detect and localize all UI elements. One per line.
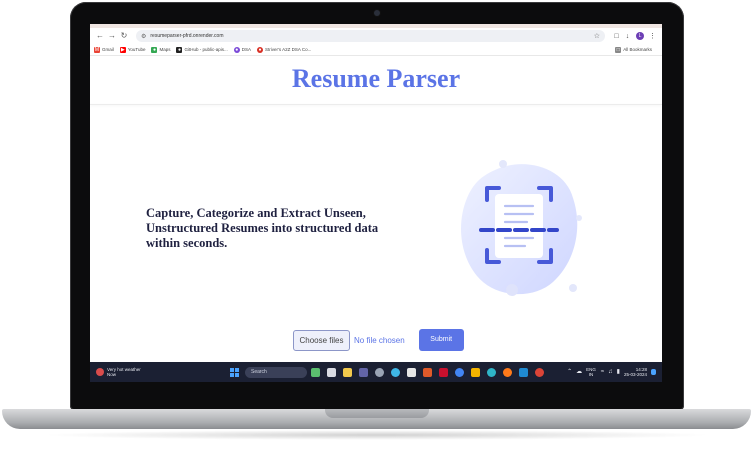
bookmark-label: Maps	[159, 47, 171, 52]
bookmark-maps[interactable]: ● Maps	[151, 46, 171, 53]
bookmark-label: GitHub - public-apis...	[184, 47, 228, 52]
taskbar-search[interactable]: Search	[245, 366, 307, 378]
system-tray: ⌃ ☁ ENG IN ≈ ♫ ▮ 14:28 25-03-2024	[567, 367, 656, 377]
weather-widget[interactable]: Very hot weather Now	[96, 367, 226, 377]
edge-icon[interactable]	[487, 367, 496, 377]
office-icon[interactable]	[423, 367, 432, 377]
decor-dot	[576, 215, 582, 221]
laptop-base-notch	[325, 409, 429, 418]
decor-dot	[499, 160, 507, 168]
pinned-apps	[311, 367, 551, 377]
clock[interactable]: 14:28 25-03-2024	[624, 367, 647, 377]
reload-icon[interactable]: ↻	[118, 30, 130, 42]
windows-taskbar: Very hot weather Now Search ⌃ ☁ ENG IN ≈…	[90, 362, 662, 382]
notification-icon[interactable]	[651, 369, 656, 375]
bookmark-youtube[interactable]: ▶ YouTube	[119, 46, 146, 53]
bookmarks-bar: M Gmail ▶ YouTube ● Maps ● GitHub - publ…	[90, 44, 662, 56]
volume-icon[interactable]: ♫	[608, 369, 613, 375]
back-icon[interactable]: ←	[94, 30, 106, 42]
all-bookmarks-label: All Bookmarks	[623, 47, 652, 52]
vscode-icon[interactable]	[519, 367, 528, 377]
store-icon[interactable]	[407, 367, 416, 377]
bookmark-label: Gmail	[102, 47, 114, 52]
page-content: Resume Parser Capture, Categorize and Ex…	[90, 56, 662, 362]
forward-icon[interactable]: →	[106, 30, 118, 42]
document-icon	[495, 194, 543, 258]
profile-avatar[interactable]: L	[636, 32, 644, 40]
language-indicator[interactable]: ENG IN	[586, 367, 596, 377]
youtube-icon: ▶	[119, 46, 126, 53]
wifi-icon[interactable]: ≈	[601, 369, 604, 375]
bookmark-label: YouTube	[127, 47, 146, 52]
dsa-icon: ●	[233, 46, 240, 53]
laptop-screen: ← → ↻ ⚙ resumeparser-pfrd.onrender.com ☆…	[90, 24, 662, 382]
chevron-up-icon[interactable]: ⌃	[567, 369, 572, 375]
site-info-icon[interactable]: ⚙	[141, 33, 146, 40]
maps-icon: ●	[151, 46, 158, 53]
tagline: Capture, Categorize and Extract Unseen, …	[146, 206, 379, 250]
bookmark-star-icon[interactable]: ☆	[594, 32, 600, 40]
page-title: Resume Parser	[291, 64, 461, 93]
bookmark-label: Striver's A2Z DSA Co...	[265, 47, 312, 52]
decor-dot	[569, 284, 577, 292]
bookmark-github[interactable]: ● GitHub - public-apis...	[176, 46, 228, 53]
clock-date: 25-03-2024	[623, 372, 647, 377]
bookmark-label: DSA	[241, 47, 252, 52]
folder-icon: □	[615, 46, 622, 53]
task-view-icon[interactable]	[327, 367, 336, 377]
webcam	[374, 10, 380, 16]
copilot-icon[interactable]	[391, 367, 400, 377]
settings-icon[interactable]	[375, 367, 384, 377]
address-bar[interactable]: ⚙ resumeparser-pfrd.onrender.com ☆	[136, 30, 605, 42]
all-bookmarks[interactable]: □ All Bookmarks	[615, 46, 652, 53]
choose-files-button[interactable]: Choose files	[293, 329, 350, 351]
lang-region: IN	[588, 372, 594, 377]
gmail-icon: M	[94, 46, 100, 53]
widgets-icon[interactable]	[311, 367, 320, 377]
weather-icon	[96, 368, 104, 376]
weather-time: Now	[107, 372, 117, 377]
bookmark-gmail[interactable]: M Gmail	[94, 46, 114, 53]
decor-dot	[506, 284, 518, 296]
firefox-icon[interactable]	[503, 367, 512, 377]
teams-icon[interactable]	[359, 367, 368, 377]
reading-mode-icon[interactable]: □	[611, 33, 622, 40]
bookmark-striver[interactable]: ● Striver's A2Z DSA Co...	[257, 46, 312, 53]
chrome-icon[interactable]	[455, 367, 464, 377]
windows-start-icon[interactable]	[230, 367, 239, 377]
battery-icon[interactable]: ▮	[617, 369, 620, 375]
url-text[interactable]: resumeparser-pfrd.onrender.com	[150, 33, 593, 39]
browser-toolbar: ← → ↻ ⚙ resumeparser-pfrd.onrender.com ☆…	[90, 28, 662, 44]
chrome-profile-icon[interactable]	[535, 367, 544, 377]
folder-icon[interactable]	[471, 367, 480, 377]
cloud-icon[interactable]: ☁	[576, 369, 582, 375]
submit-button[interactable]: Submit	[418, 329, 464, 351]
github-icon: ●	[176, 46, 183, 53]
file-status-text: No file chosen	[354, 335, 405, 345]
mcafee-icon[interactable]	[439, 367, 448, 377]
header-divider	[90, 104, 662, 105]
bookmark-dsa[interactable]: ● DSA	[233, 46, 252, 53]
menu-icon[interactable]: ⋮	[647, 32, 658, 40]
document-scan-illustration	[461, 160, 582, 296]
striver-icon: ●	[257, 46, 264, 53]
upload-form: Choose files No file chosen Submit	[293, 329, 464, 351]
laptop-shadow	[40, 430, 713, 440]
download-icon[interactable]: ↓	[622, 33, 633, 40]
file-explorer-icon[interactable]	[343, 367, 352, 377]
